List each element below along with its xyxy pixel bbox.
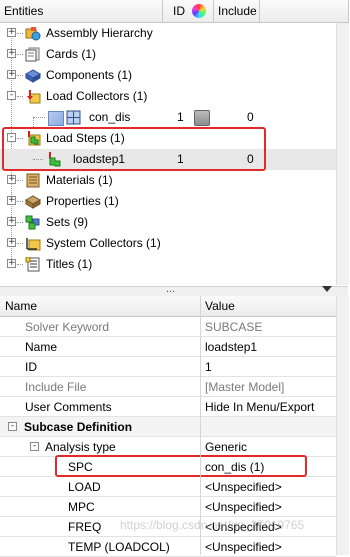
tree-item-system-collectors[interactable]: + System Collectors (1) [0, 233, 336, 254]
collapse-icon[interactable]: - [30, 442, 39, 451]
cards-icon [25, 47, 40, 62]
expand-icon[interactable]: + [7, 196, 16, 205]
properties-header: Name Value [0, 296, 336, 317]
tree-item-label: Load Collectors (1) [46, 89, 148, 103]
system-collectors-icon [26, 238, 41, 251]
tree-item-id: 1 [177, 110, 184, 124]
tree-item-label: con_dis [89, 110, 131, 124]
prop-value[interactable]: 1 [205, 360, 212, 374]
loadcol-color-swatch[interactable] [48, 111, 64, 126]
tree-item-titles[interactable]: + Titles (1) [0, 254, 336, 275]
prop-value[interactable]: <Unspecified> [205, 500, 282, 514]
tree-item-assembly-hierarchy[interactable]: + Assembly Hierarchy [0, 23, 336, 44]
spc-highlight-box [55, 455, 307, 477]
tree-item-label: Properties (1) [46, 194, 119, 208]
expand-icon[interactable]: + [7, 238, 16, 247]
tree-item-con-dis[interactable]: con_dis 1 0 [0, 107, 336, 128]
prop-row-user-comments[interactable]: User Comments Hide In Menu/Export [0, 397, 336, 417]
prop-value: [Master Model] [205, 380, 285, 394]
collapse-icon[interactable]: - [8, 422, 17, 431]
prop-value[interactable]: <Unspecified> [205, 540, 282, 554]
load-collectors-icon [27, 90, 41, 104]
prop-value[interactable]: loadstep1 [205, 340, 257, 354]
prop-row-mpc[interactable]: MPC <Unspecified> [0, 497, 336, 517]
id-column-header[interactable]: ID [173, 4, 185, 18]
tree-item-components[interactable]: + Components (1) [0, 65, 336, 86]
prop-value[interactable]: <Unspecified> [205, 480, 282, 494]
tree-item-properties[interactable]: + Properties (1) [0, 191, 336, 212]
loadcol-item-icon [66, 110, 81, 125]
tree-item-label: Components (1) [46, 68, 133, 82]
prop-name: LOAD [68, 480, 101, 494]
tree-item-label: Materials (1) [46, 173, 113, 187]
materials-icon [26, 173, 40, 188]
expand-icon[interactable]: + [7, 175, 16, 184]
titles-icon [25, 257, 40, 272]
tree-item-cards[interactable]: + Cards (1) [0, 44, 336, 65]
assembly-icon [25, 27, 41, 41]
prop-name: User Comments [25, 400, 112, 414]
load-steps-highlight-box [2, 127, 266, 171]
include-column-header[interactable]: Include [218, 4, 257, 18]
prop-row-name[interactable]: Name loadstep1 [0, 337, 336, 357]
name-column-header[interactable]: Name [5, 299, 37, 313]
prop-value: SUBCASE [205, 320, 263, 334]
expand-icon[interactable]: + [7, 259, 16, 268]
entities-scrollbar[interactable] [336, 23, 349, 285]
expand-icon[interactable]: + [7, 49, 16, 58]
expand-icon[interactable]: + [7, 217, 16, 226]
tree-item-label: System Collectors (1) [46, 236, 161, 250]
chevron-down-icon[interactable] [322, 286, 332, 292]
prop-name: TEMP (LOADCOL) [68, 540, 170, 554]
splitter-grip: ... [166, 283, 176, 295]
expand-icon[interactable]: + [7, 70, 16, 79]
prop-name: Name [25, 340, 58, 354]
prop-row-analysis-type[interactable]: - Analysis type Generic [0, 437, 336, 457]
prop-value[interactable]: Generic [205, 440, 247, 454]
entities-header: Entities ID Include [0, 0, 349, 23]
tree-item-sets[interactable]: + Sets (9) [0, 212, 336, 233]
prop-value[interactable]: Hide In Menu/Export [205, 400, 314, 414]
tree-item-label: Titles (1) [46, 257, 93, 271]
prop-row-load[interactable]: LOAD <Unspecified> [0, 477, 336, 497]
prop-row-id[interactable]: ID 1 [0, 357, 336, 377]
tree-item-include: 0 [247, 110, 254, 124]
sets-icon [25, 215, 40, 230]
prop-name: Include File [25, 380, 87, 394]
tree-item-label: Assembly Hierarchy [46, 26, 153, 40]
expand-icon[interactable]: + [7, 28, 16, 37]
color-swatch[interactable] [194, 110, 210, 126]
prop-section-subcase-definition[interactable]: - Subcase Definition [0, 417, 336, 437]
prop-name: FREQ [68, 520, 102, 534]
prop-name: MPC [68, 500, 95, 514]
tree-item-label: Cards (1) [46, 47, 97, 61]
prop-row-include-file[interactable]: Include File [Master Model] [0, 377, 336, 397]
value-column-header[interactable]: Value [205, 299, 235, 313]
tree-item-load-collectors[interactable]: - Load Collectors (1) [0, 86, 336, 107]
properties-scrollbar[interactable] [336, 296, 349, 555]
prop-name: Analysis type [45, 440, 116, 454]
tree-item-label: Sets (9) [46, 215, 89, 229]
properties-column-divider [200, 296, 201, 555]
entity-tree: + Assembly Hierarchy + Cards (1) + Compo… [0, 23, 336, 285]
tree-item-materials[interactable]: + Materials (1) [0, 170, 336, 191]
prop-name: ID [25, 360, 37, 374]
entities-column-header[interactable]: Entities [4, 4, 43, 18]
prop-row-temp-loadcol[interactable]: TEMP (LOADCOL) <Unspecified> [0, 537, 336, 557]
prop-name: Solver Keyword [25, 320, 110, 334]
watermark-text: https://blog.csdn.net/qq_37019765 [120, 518, 305, 532]
components-icon [25, 69, 41, 83]
properties-icon [25, 195, 41, 209]
collapse-icon[interactable]: - [7, 91, 16, 100]
prop-row-solver-keyword[interactable]: Solver Keyword SUBCASE [0, 317, 336, 337]
color-column-icon[interactable] [192, 4, 206, 18]
section-title: Subcase Definition [24, 420, 133, 434]
